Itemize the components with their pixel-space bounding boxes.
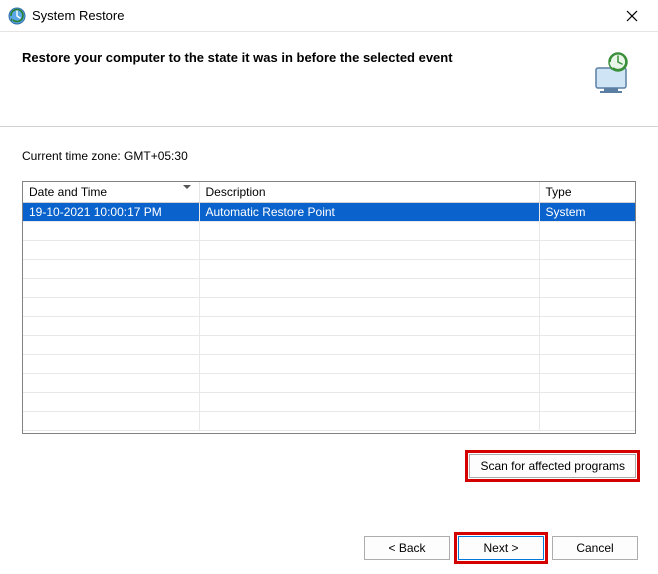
- table-row: [23, 355, 635, 374]
- table-row: [23, 393, 635, 412]
- page-heading: Restore your computer to the state it wa…: [22, 50, 453, 65]
- table-row[interactable]: 19-10-2021 10:00:17 PM Automatic Restore…: [23, 203, 635, 222]
- content-panel: Current time zone: GMT+05:30 Date and Ti…: [0, 126, 658, 526]
- restore-points-table: Date and Time Description Type 19-10-202…: [22, 181, 636, 434]
- table-row: [23, 374, 635, 393]
- table-row: [23, 279, 635, 298]
- cancel-button[interactable]: Cancel: [552, 536, 638, 560]
- table-row: [23, 222, 635, 241]
- table-header-row: Date and Time Description Type: [23, 182, 635, 203]
- next-button[interactable]: Next >: [458, 536, 544, 560]
- timezone-label: Current time zone: GMT+05:30: [22, 149, 636, 163]
- table-row: [23, 260, 635, 279]
- close-button[interactable]: [612, 2, 652, 30]
- window-title: System Restore: [32, 8, 124, 23]
- cell-type: System: [539, 203, 635, 222]
- table-row: [23, 298, 635, 317]
- scan-affected-programs-button[interactable]: Scan for affected programs: [469, 454, 636, 478]
- table-row: [23, 317, 635, 336]
- cell-datetime: 19-10-2021 10:00:17 PM: [23, 203, 199, 222]
- table-row: [23, 336, 635, 355]
- table-row: [23, 412, 635, 431]
- col-description[interactable]: Description: [199, 182, 539, 203]
- wizard-header: Restore your computer to the state it wa…: [0, 32, 658, 126]
- cell-description: Automatic Restore Point: [199, 203, 539, 222]
- back-button[interactable]: < Back: [364, 536, 450, 560]
- table-row: [23, 241, 635, 260]
- wizard-footer: < Back Next > Cancel: [0, 526, 658, 574]
- col-datetime[interactable]: Date and Time: [23, 182, 199, 203]
- col-type[interactable]: Type: [539, 182, 635, 203]
- title-bar: System Restore: [0, 0, 658, 32]
- system-restore-icon: [8, 7, 26, 25]
- restore-monitor-icon: [588, 50, 636, 98]
